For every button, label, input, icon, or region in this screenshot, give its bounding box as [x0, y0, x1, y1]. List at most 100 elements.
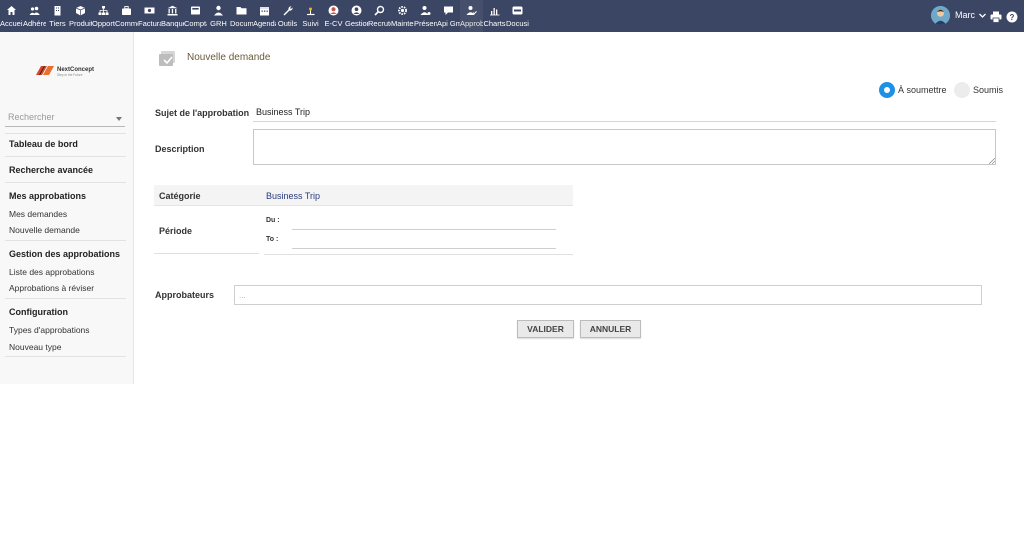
sidebar-link-advanced-search[interactable]: Recherche avancée — [9, 165, 93, 175]
description-textarea[interactable] — [253, 129, 996, 165]
nav-item[interactable]: Facturation — [138, 0, 161, 32]
sidebar-link-my-requests[interactable]: Mes demandes — [9, 209, 67, 219]
nav-item[interactable]: Commercial — [115, 0, 138, 32]
nav-item-label: Opportunités — [92, 19, 115, 28]
nav-item[interactable]: GRH — [207, 0, 230, 32]
nav-item-label: Produits — [69, 19, 92, 28]
nav-item-label: Suivi — [302, 19, 319, 28]
chevron-down-icon — [979, 13, 986, 18]
subject-input[interactable]: Business Trip — [256, 107, 310, 117]
submit-button[interactable]: VALIDER — [517, 320, 574, 338]
sidebar-section-configuration[interactable]: Configuration — [9, 307, 68, 317]
resize-grip-icon[interactable] — [989, 158, 995, 164]
sidebar-link-approvals-to-review[interactable]: Approbations à réviser — [9, 283, 94, 293]
nav-item-label: Accueil — [0, 19, 23, 28]
sidebar-search-select[interactable]: Rechercher — [5, 111, 125, 127]
nav-item-label: Outils — [277, 19, 298, 28]
subject-input-underline — [253, 121, 996, 122]
cog-icon — [397, 5, 408, 16]
nav-item[interactable]: Présences — [414, 0, 437, 32]
nav-item[interactable]: Gestion — [345, 0, 368, 32]
nav-item[interactable]: Recrutement — [368, 0, 391, 32]
nav-item-label: Api Gmail — [437, 19, 460, 28]
nav-item-label: Agenda — [253, 19, 276, 28]
nav-item[interactable]: Accueil — [0, 0, 23, 32]
nav-item[interactable]: Approbations — [460, 0, 483, 32]
nav-item-label: Charts — [483, 19, 506, 28]
period-from-underline — [292, 229, 556, 230]
user-tie-icon — [213, 5, 224, 16]
nav-item-label: Maintenance — [391, 19, 414, 28]
sidebar-link-dashboard[interactable]: Tableau de bord — [9, 139, 78, 149]
nav-item[interactable]: Compta — [184, 0, 207, 32]
sidebar-section-my-approvals[interactable]: Mes approbations — [9, 191, 86, 201]
nav-item[interactable]: Banque — [161, 0, 184, 32]
approvers-placeholder: ... — [239, 291, 246, 300]
avatar — [931, 6, 950, 25]
nav-item-label: Adhérents — [23, 19, 46, 28]
svg-text:?: ? — [1010, 13, 1015, 22]
tracking-icon — [305, 5, 316, 16]
nav-item-label: Docusign — [506, 19, 529, 28]
nav-item[interactable]: Maintenance — [391, 0, 414, 32]
nav-item-label: Facturation — [138, 19, 161, 28]
sidebar-link-new-type[interactable]: Nouveau type — [9, 342, 61, 352]
radio-selected-icon — [879, 82, 895, 98]
calculator-icon — [190, 5, 201, 16]
nav-item[interactable]: Adhérents — [23, 0, 46, 32]
nav-item[interactable]: Opportunités — [92, 0, 115, 32]
period-label: Période — [159, 226, 193, 236]
period-from-input[interactable] — [292, 216, 556, 228]
profile-icon — [328, 5, 339, 16]
wrench-icon — [282, 5, 293, 16]
approvers-label: Approbateurs — [155, 290, 215, 300]
sitemap-icon — [98, 5, 109, 16]
docusign-icon — [512, 5, 523, 16]
nav-item[interactable]: Outils — [276, 0, 299, 32]
period-from-label: Du : — [266, 217, 280, 224]
sidebar-link-approval-types[interactable]: Types d'approbations — [9, 325, 90, 335]
period-to-label: To : — [266, 236, 279, 243]
sidebar-link-new-request[interactable]: Nouvelle demande — [9, 225, 80, 235]
nav-item[interactable]: Agenda — [253, 0, 276, 32]
category-value: Business Trip — [266, 191, 321, 201]
chat-bubble-icon — [443, 5, 454, 16]
sidebar: NextConcept Step to the Future Recherche… — [0, 32, 134, 384]
period-to-input[interactable] — [292, 235, 556, 247]
cancel-button[interactable]: ANNULER — [580, 320, 641, 338]
building-icon — [52, 5, 63, 16]
page-title: Nouvelle demande — [187, 52, 271, 63]
nav-item[interactable]: E-CV — [322, 0, 345, 32]
bank-icon — [167, 5, 178, 16]
nav-item[interactable]: Api Gmail — [437, 0, 460, 32]
nav-item[interactable]: Suivi — [299, 0, 322, 32]
divider — [5, 156, 126, 157]
search-placeholder: Rechercher — [8, 112, 55, 122]
sidebar-link-approval-list[interactable]: Liste des approbations — [9, 267, 95, 277]
status-radio-label: À soumettre — [898, 85, 947, 95]
nav-item-label: E-CV — [324, 19, 343, 28]
nav-item-label: Recrutement — [368, 19, 391, 28]
company-logo[interactable]: NextConcept Step to the Future — [34, 61, 104, 79]
money-icon — [144, 5, 155, 16]
approval-icon — [466, 5, 477, 16]
radio-unselected-icon — [954, 82, 970, 98]
nav-item[interactable]: Tiers — [46, 0, 69, 32]
nav-item[interactable]: Documents — [230, 0, 253, 32]
print-icon[interactable] — [990, 10, 1002, 23]
approvers-input[interactable]: ... — [234, 285, 982, 305]
divider — [5, 356, 126, 357]
nav-item-label: Banque — [161, 19, 184, 28]
help-icon[interactable]: ? — [1006, 10, 1018, 23]
sidebar-section-management[interactable]: Gestion des approbations — [9, 249, 120, 259]
nav-item[interactable]: Produits — [69, 0, 92, 32]
cube-icon — [75, 5, 86, 16]
user-circle-icon — [351, 5, 362, 16]
divider — [264, 254, 573, 255]
top-navigation-bar: AccueilAdhérentsTiersProduitsOpportunité… — [0, 0, 1024, 32]
divider — [154, 253, 259, 254]
svg-text:Step to the Future: Step to the Future — [57, 73, 83, 77]
caret-down-icon — [116, 117, 122, 121]
nav-item[interactable]: Docusign — [506, 0, 529, 32]
nav-item[interactable]: Charts — [483, 0, 506, 32]
